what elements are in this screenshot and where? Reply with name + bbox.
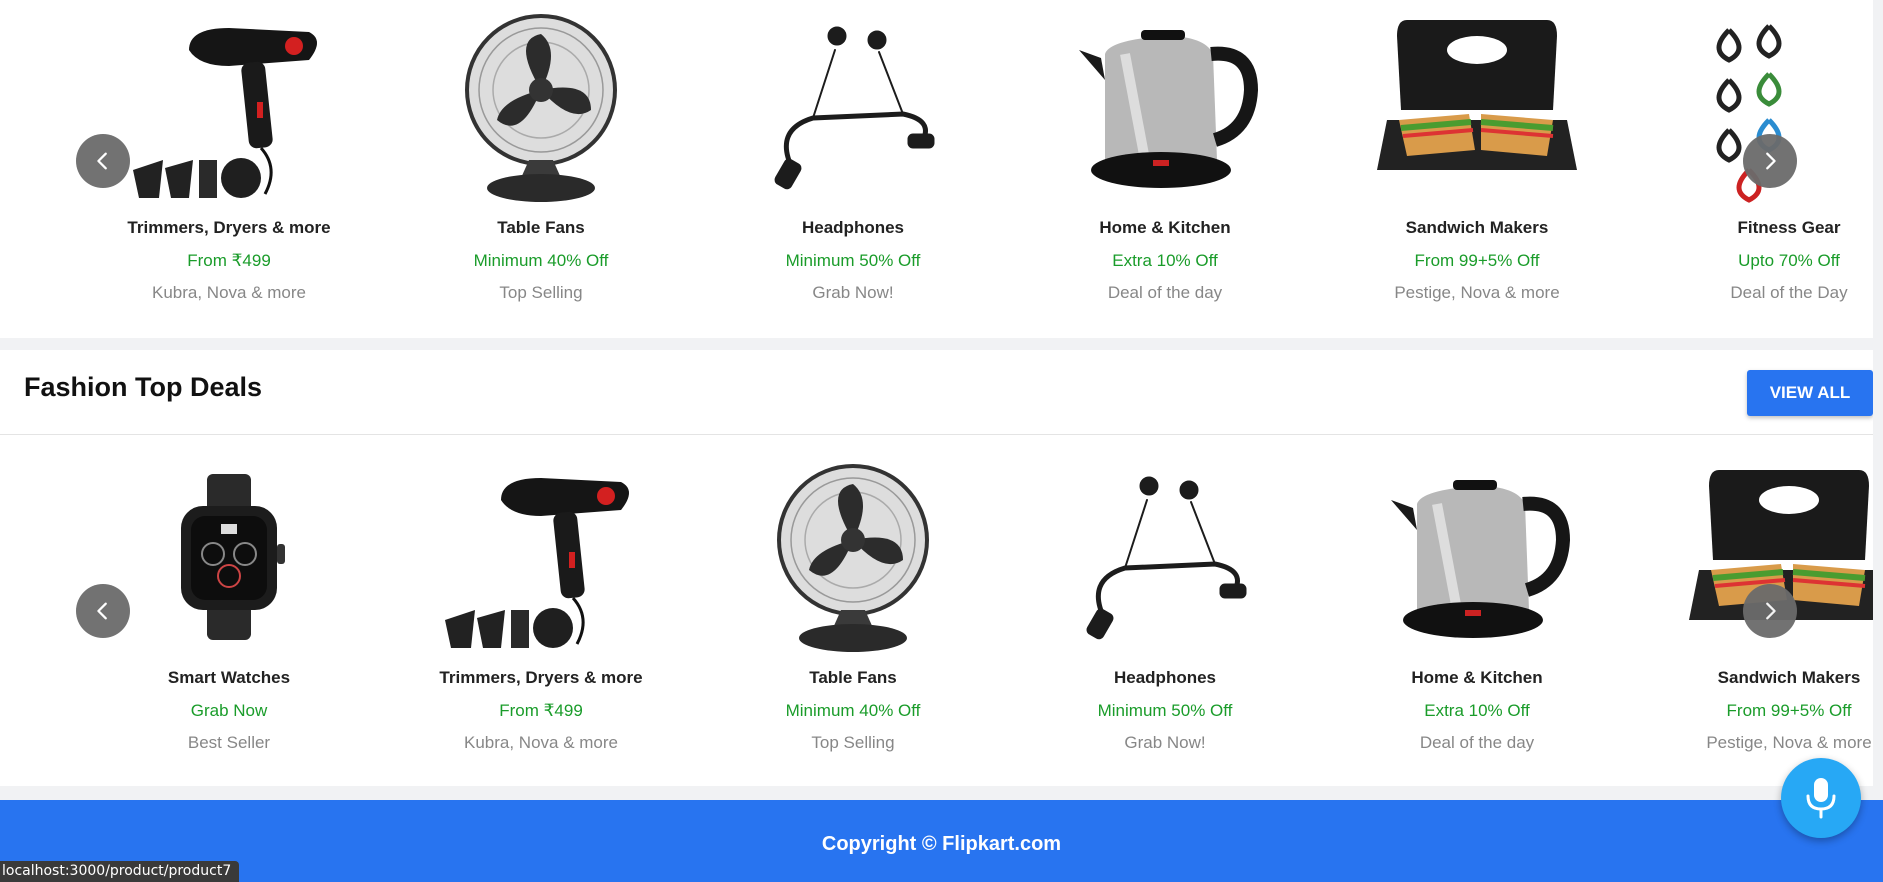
table-fan-icon [441, 10, 641, 204]
product-card[interactable]: Home & Kitchen Extra 10% Off Deal of the d… [1050, 0, 1280, 320]
product-subtitle: Pestige, Nova & more [1394, 283, 1560, 302]
product-subtitle: Best Seller [187, 733, 271, 752]
product-card[interactable]: Home & Kitchen Extra 10% Off Deal of the d… [1362, 450, 1592, 770]
product-subtitle: Grab Now! [1124, 733, 1206, 752]
chevron-left-icon [97, 152, 107, 170]
fitness-man-icon [0, 460, 17, 654]
page-gutter [1873, 0, 1883, 800]
product-name: Fitness Gear [0, 668, 32, 688]
neckband-headphones-icon [1065, 460, 1265, 654]
product-name: Sandwich Makers [1717, 668, 1861, 687]
product-offer: From ₹499 [499, 701, 583, 720]
product-subtitle: Deal of the day [1419, 733, 1535, 752]
product-offer: From ₹499 [187, 251, 271, 270]
product-card[interactable]: Trimmers, Dryers & more From ₹499 Kubra, N… [426, 450, 656, 770]
hair-dryer-icon [441, 460, 641, 654]
product-name: Home & Kitchen [1099, 218, 1231, 237]
smartwatch-icon [0, 10, 17, 204]
product-name: Fitness Gear [1737, 218, 1841, 237]
product-card[interactable]: Smart Watches Grab Now Best Seller [114, 450, 344, 770]
product-subtitle: Top Selling [499, 283, 583, 302]
voice-search-button[interactable] [1781, 758, 1861, 838]
chevron-right-icon [1766, 152, 1776, 170]
product-name: Smart Watches [0, 218, 32, 238]
table-fan-icon [753, 460, 953, 654]
product-offer: From 99+5% Off [1414, 251, 1540, 270]
product-subtitle: Deal of the day [1107, 283, 1223, 302]
status-bar-url: localhost:3000/product/product7 [0, 861, 240, 882]
product-card[interactable]: Trimmers, Dryers & more From ₹499 Kubra, N… [114, 0, 344, 320]
product-subtitle: Deal of the Day [1730, 283, 1848, 302]
product-subtitle: Pestige, Nova & more [1706, 733, 1872, 752]
deals-carousel-section: Smart Watches Grab Now Best Seller Trimmers… [0, 0, 1873, 338]
product-offer: Upto 70% Off [1738, 251, 1840, 270]
product-offer: Minimum 50% Off [1097, 701, 1233, 720]
section-header: Fashion Top Deals VIEW ALL [0, 350, 1873, 435]
smartwatch-icon [129, 460, 329, 654]
carousel-next-button[interactable] [1743, 584, 1797, 638]
chevron-right-icon [1766, 602, 1776, 620]
product-subtitle: Kubra, Nova & more [151, 283, 306, 302]
product-card[interactable]: Sandwich Makers From 99+5% Off Pestige, No… [1362, 0, 1592, 320]
microphone-icon [1806, 778, 1836, 819]
section-title: Fashion Top Deals [24, 372, 263, 402]
product-name: Table Fans [497, 218, 585, 237]
product-name: Trimmers, Dryers & more [127, 218, 331, 237]
product-card[interactable]: Headphones Minimum 50% Off Grab Now! [738, 0, 968, 320]
product-offer: Extra 10% Off [1112, 251, 1218, 270]
view-all-button[interactable]: VIEW ALL [1747, 370, 1873, 416]
product-card[interactable]: Table Fans Minimum 40% Off Top Selling [738, 450, 968, 770]
product-card[interactable]: Headphones Minimum 50% Off Grab Now! [1050, 450, 1280, 770]
product-subtitle: Deal of the Day [0, 733, 32, 753]
product-offer: Extra 10% Off [1424, 701, 1530, 720]
product-name: Trimmers, Dryers & more [439, 668, 643, 687]
product-offer: Minimum 40% Off [473, 251, 609, 270]
product-card[interactable]: Table Fans Minimum 40% Off Top Selling [426, 0, 656, 320]
product-offer: Minimum 40% Off [785, 701, 921, 720]
footer: Copyright © Flipkart.com [0, 800, 1883, 882]
product-name: Table Fans [809, 668, 897, 687]
product-name: Home & Kitchen [1411, 668, 1543, 687]
product-name: Headphones [1113, 668, 1217, 687]
product-offer: Grab Now [0, 251, 32, 271]
product-subtitle: Top Selling [811, 733, 895, 752]
product-name: Sandwich Makers [1405, 218, 1549, 237]
product-offer: From 99+5% Off [1726, 701, 1852, 720]
carousel-prev-button[interactable] [76, 584, 130, 638]
neckband-headphones-icon [753, 10, 953, 204]
electric-kettle-icon [1065, 10, 1265, 204]
product-offer: Minimum 50% Off [785, 251, 921, 270]
carousel-prev-button[interactable] [76, 134, 130, 188]
sandwich-maker-icon [1377, 10, 1577, 204]
chevron-left-icon [97, 602, 107, 620]
product-card[interactable]: Fitness Gear Upto 70% Off Deal of the Day [0, 450, 32, 770]
footer-copyright: Copyright © Flipkart.com [821, 833, 1062, 855]
product-subtitle: Best Seller [0, 283, 32, 303]
product-name: Smart Watches [167, 668, 291, 687]
product-card[interactable]: Smart Watches Grab Now Best Seller [0, 0, 32, 320]
fashion-top-deals-section: Fashion Top Deals VIEW ALL Fitness Gear U… [0, 350, 1873, 786]
product-name: Headphones [801, 218, 905, 237]
hair-dryer-icon [129, 10, 329, 204]
carousel-next-button[interactable] [1743, 134, 1797, 188]
product-offer: Upto 70% Off [0, 701, 32, 721]
product-subtitle: Kubra, Nova & more [463, 733, 618, 752]
product-subtitle: Grab Now! [812, 283, 894, 302]
electric-kettle-icon [1377, 460, 1577, 654]
product-offer: Grab Now [190, 701, 268, 720]
